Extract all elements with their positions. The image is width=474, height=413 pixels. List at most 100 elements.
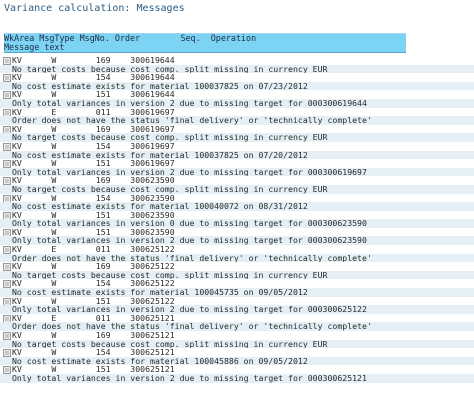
message-keys: KV W 154 300619697 — [12, 141, 175, 151]
message-header-row[interactable]: KV W 169 300619697 — [0, 124, 474, 134]
row-select-checkbox[interactable] — [3, 349, 11, 357]
list-header-line-1: WkArea MsgType MsgNo. Order Seq. Operati… — [4, 33, 406, 43]
row-select-checkbox[interactable] — [3, 177, 11, 185]
message-keys: KV W 154 300625122 — [12, 279, 175, 289]
message-keys: KV E 011 300619697 — [12, 107, 175, 117]
message-text-row: Only total variances in version 2 due to… — [0, 167, 474, 177]
row-select-checkbox[interactable] — [3, 332, 11, 340]
row-select-checkbox[interactable] — [3, 160, 11, 168]
message-keys: KV W 169 300619644 — [12, 56, 175, 65]
window-title: Variance calculation: Messages — [4, 3, 185, 14]
message-keys: KV W 151 300625122 — [12, 296, 175, 306]
header-divider — [4, 52, 406, 53]
message-text-row: Order does not have the status 'final de… — [0, 253, 474, 263]
message-header-row[interactable]: KV W 151 300619644 — [0, 90, 474, 99]
window-title-bar: Variance calculation: Messages — [0, 0, 474, 24]
message-keys: KV W 169 300623590 — [12, 176, 175, 185]
message-header-row[interactable]: KV W 151 300619697 — [0, 159, 474, 168]
message-header-row[interactable]: KV E 011 300625121 — [0, 313, 474, 323]
row-select-checkbox[interactable] — [3, 314, 11, 323]
message-keys: KV W 151 300625121 — [12, 365, 175, 374]
message-header-row[interactable]: KV W 151 300623590 — [0, 210, 474, 220]
message-text: No cost estimate exists for material 100… — [12, 288, 308, 297]
row-select-checkbox[interactable] — [3, 108, 11, 117]
message-keys: KV W 151 300623590 — [12, 210, 175, 220]
message-text-row: No cost estimate exists for material 100… — [0, 288, 474, 297]
list-header-line-2: Message text — [4, 43, 406, 52]
message-header-row[interactable]: KV W 169 300623590 — [0, 176, 474, 185]
message-text: No target costs because cost comp. split… — [12, 270, 328, 280]
row-select-checkbox[interactable] — [3, 280, 11, 289]
message-header-row[interactable]: KV E 011 300619697 — [0, 107, 474, 117]
message-text: No cost estimate exists for material 100… — [12, 81, 308, 91]
message-text: Only total variances in version 2 due to… — [12, 373, 367, 383]
message-text: Only total variances in version 2 due to… — [12, 305, 367, 314]
message-keys: KV W 151 300619697 — [12, 159, 175, 168]
message-text: No target costs because cost comp. split… — [12, 339, 328, 349]
message-keys: KV W 151 300623590 — [12, 227, 175, 237]
message-header-row[interactable]: KV W 151 300625122 — [0, 296, 474, 306]
message-text-row: No target costs because cost comp. split… — [0, 64, 474, 74]
row-select-checkbox[interactable] — [3, 57, 11, 65]
message-keys: KV E 011 300625121 — [12, 313, 175, 323]
message-text-row: No target costs because cost comp. split… — [0, 339, 474, 349]
row-select-checkbox[interactable] — [3, 194, 11, 203]
message-keys: KV W 154 300625121 — [12, 348, 175, 357]
message-header-row[interactable]: KV W 169 300625122 — [0, 262, 474, 271]
message-text: Only total variances in version 0 due to… — [12, 219, 367, 228]
message-header-row[interactable]: KV W 169 300619644 — [0, 56, 474, 65]
message-text-row: No target costs because cost comp. split… — [0, 133, 474, 142]
message-text: No cost estimate exists for material 100… — [12, 356, 308, 366]
message-header-row[interactable]: KV W 154 300619697 — [0, 141, 474, 151]
message-text-row: Only total variances in version 0 due to… — [0, 219, 474, 228]
message-keys: KV W 151 300619644 — [12, 90, 175, 99]
message-header-row[interactable]: KV W 154 300623590 — [0, 193, 474, 203]
message-text-row: Only total variances in version 2 due to… — [0, 305, 474, 314]
row-select-checkbox[interactable] — [3, 125, 11, 134]
message-list: KV W 169 300619644 No target costs becaus… — [0, 56, 474, 383]
row-select-checkbox[interactable] — [3, 366, 11, 374]
message-text: Order does not have the status 'final de… — [12, 253, 372, 263]
message-text: Order does not have the status 'final de… — [12, 322, 372, 331]
row-select-checkbox[interactable] — [3, 228, 11, 237]
row-select-checkbox[interactable] — [3, 91, 11, 99]
message-header-row[interactable]: KV W 154 300619644 — [0, 73, 474, 82]
message-text-row: No cost estimate exists for material 100… — [0, 356, 474, 366]
message-text: No cost estimate exists for material 100… — [12, 150, 308, 160]
message-text-row: No cost estimate exists for material 100… — [0, 150, 474, 160]
message-text: No target costs because cost comp. split… — [12, 184, 328, 194]
message-text-row: No cost estimate exists for material 100… — [0, 202, 474, 211]
message-text: No cost estimate exists for material 100… — [12, 202, 308, 211]
message-text: Only total variances in version 2 due to… — [12, 167, 367, 177]
message-keys: KV W 169 300625121 — [12, 331, 175, 340]
row-select-checkbox[interactable] — [3, 246, 11, 254]
message-header-row[interactable]: KV W 154 300625122 — [0, 279, 474, 289]
message-keys: KV W 154 300623590 — [12, 193, 175, 203]
message-text: Only total variances in version 2 due to… — [12, 236, 367, 246]
message-text: Only total variances in version 2 due to… — [12, 98, 367, 108]
message-keys: KV W 169 300625122 — [12, 262, 175, 271]
message-text-row: Only total variances in version 2 due to… — [0, 98, 474, 108]
row-select-checkbox[interactable] — [3, 74, 11, 82]
message-text-row: Only total variances in version 2 due to… — [0, 236, 474, 246]
message-header-row[interactable]: KV W 151 300623590 — [0, 227, 474, 237]
message-text-row: No target costs because cost comp. split… — [0, 270, 474, 280]
message-text: Order does not have the status 'final de… — [12, 116, 372, 125]
message-header-row[interactable]: KV W 169 300625121 — [0, 331, 474, 340]
message-keys: KV W 154 300619644 — [12, 73, 175, 82]
message-keys: KV E 011 300625122 — [12, 245, 175, 254]
message-text-row: No target costs because cost comp. split… — [0, 184, 474, 194]
message-text-row: Only total variances in version 2 due to… — [0, 373, 474, 383]
message-header-row[interactable]: KV W 154 300625121 — [0, 348, 474, 357]
message-text: No target costs because cost comp. split… — [12, 64, 328, 74]
message-text-row: Order does not have the status 'final de… — [0, 322, 474, 331]
message-header-row[interactable]: KV E 011 300625122 — [0, 245, 474, 254]
message-keys: KV W 169 300619697 — [12, 124, 175, 134]
row-select-checkbox[interactable] — [3, 142, 11, 151]
message-header-row[interactable]: KV W 151 300625121 — [0, 365, 474, 374]
message-text: No target costs because cost comp. split… — [12, 133, 328, 142]
message-text-row: No cost estimate exists for material 100… — [0, 81, 474, 91]
row-select-checkbox[interactable] — [3, 263, 11, 271]
row-select-checkbox[interactable] — [3, 297, 11, 306]
row-select-checkbox[interactable] — [3, 211, 11, 220]
